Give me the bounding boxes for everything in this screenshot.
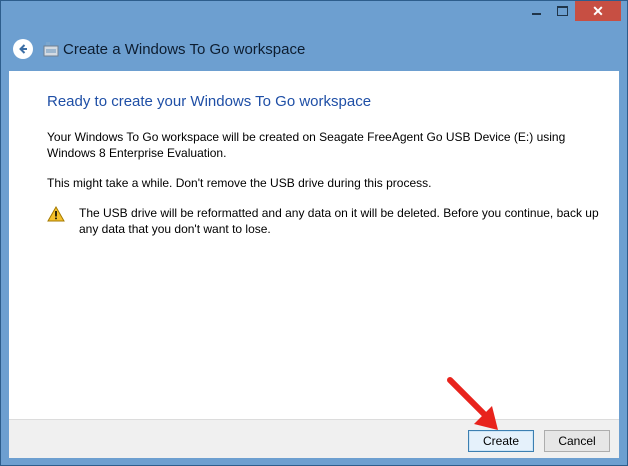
maximize-icon [556, 6, 568, 16]
red-arrow-annotation [447, 377, 498, 430]
window-title: Create a Windows To Go workspace [63, 40, 306, 58]
cancel-button[interactable]: Cancel [544, 430, 610, 452]
app-window: ✕ Create a Windows To Go workspace Ready… [0, 0, 628, 466]
minimize-button[interactable] [523, 1, 549, 21]
duration-info-text: This might take a while. Don't remove th… [47, 176, 432, 190]
title-bar-controls: ✕ [523, 1, 621, 23]
page-heading: Ready to create your Windows To Go works… [47, 93, 372, 110]
maximize-button[interactable] [549, 1, 575, 21]
back-arrow-icon [19, 44, 27, 54]
close-button[interactable]: ✕ [575, 1, 621, 21]
button-bar: Create Cancel [9, 419, 619, 458]
destination-info-text: Your Windows To Go workspace will be cre… [47, 130, 566, 160]
back-button[interactable] [13, 39, 33, 59]
content-pane: Ready to create your Windows To Go works… [9, 71, 619, 419]
warning-message: The USB drive will be reformatted and an… [47, 205, 607, 237]
wizard-header: Create a Windows To Go workspace [9, 31, 619, 67]
warning-icon [47, 206, 65, 222]
warning-text: The USB drive will be reformatted and an… [79, 206, 599, 236]
minimize-icon [531, 13, 541, 15]
usb-drive-icon [43, 41, 59, 57]
